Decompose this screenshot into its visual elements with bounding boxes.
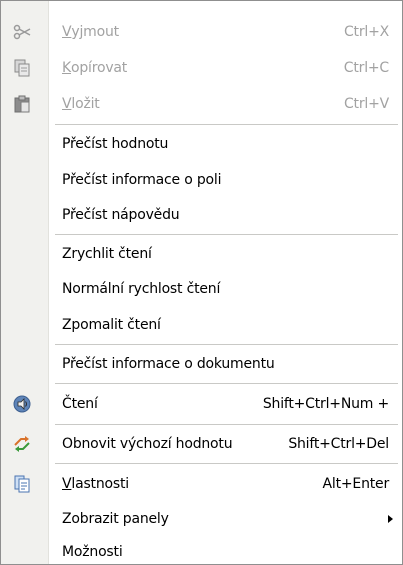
menu-item-label: Kopírovat — [62, 60, 128, 76]
menu-separator — [55, 424, 398, 425]
menu-item-paste[interactable]: Vložit Ctrl+V — [1, 86, 402, 122]
menu-item-read-doc-info[interactable]: Přečíst informace o dokumentu — [1, 346, 402, 382]
menu-item-read-value[interactable]: Přečíst hodnotu — [1, 126, 402, 162]
menu-item-shortcut: Shift+Ctrl+Del — [288, 436, 389, 452]
menu-item-label: Zrychlit čtení — [62, 246, 152, 262]
menu-item-shortcut: Ctrl+V — [343, 96, 389, 112]
menu-item-options[interactable]: Možnosti — [1, 534, 402, 564]
restore-icon — [13, 435, 31, 453]
menu-item-read-help[interactable]: Přečíst nápovědu — [1, 197, 402, 233]
menu-separator — [55, 234, 398, 235]
scissors-icon — [13, 23, 31, 41]
menu-item-reading[interactable]: Čtení Shift+Ctrl+Num + — [1, 386, 402, 422]
menu-separator — [55, 124, 398, 125]
properties-icon — [13, 475, 31, 493]
menu-item-label: Obnovit výchozí hodnotu — [62, 436, 233, 452]
menu-item-label: Čtení — [62, 396, 98, 412]
menu-separator — [55, 344, 398, 345]
menu-item-label: Možnosti — [62, 544, 123, 560]
menu-item-copy[interactable]: Kopírovat Ctrl+C — [1, 50, 402, 86]
menu-item-speed-up[interactable]: Zrychlit čtení — [1, 236, 402, 272]
paste-icon — [13, 95, 31, 113]
context-menu: Vyjmout Ctrl+X Kopírovat Ctrl+C Vložit C… — [0, 0, 403, 565]
menu-item-restore-default[interactable]: Obnovit výchozí hodnotu Shift+Ctrl+Del — [1, 426, 402, 462]
menu-item-label: Vložit — [62, 96, 100, 112]
menu-item-label: Normální rychlost čtení — [62, 281, 221, 297]
submenu-arrow-icon — [388, 515, 393, 523]
menu-item-normal-speed[interactable]: Normální rychlost čtení — [1, 271, 402, 307]
menu-item-shortcut: Ctrl+C — [343, 60, 389, 76]
menu-item-shortcut: Shift+Ctrl+Num + — [262, 396, 389, 412]
menu-item-label: Zobrazit panely — [62, 511, 169, 527]
menu-separator — [55, 383, 398, 384]
menu-item-shortcut: Alt+Enter — [322, 476, 390, 492]
menu-item-label: Přečíst hodnotu — [62, 136, 169, 152]
menu-item-label: Vyjmout — [62, 24, 119, 40]
menu-item-slow-down[interactable]: Zpomalit čtení — [1, 307, 402, 343]
menu-item-cut[interactable]: Vyjmout Ctrl+X — [1, 14, 402, 50]
menu-item-label: Přečíst nápovědu — [62, 207, 180, 223]
menu-item-shortcut: Ctrl+X — [343, 24, 389, 40]
menu-item-properties[interactable]: Vlastnosti Alt+Enter — [1, 466, 402, 502]
menu-item-show-panels[interactable]: Zobrazit panely — [1, 501, 402, 537]
menu-item-read-field-info[interactable]: Přečíst informace o poli — [1, 162, 402, 198]
menu-item-label: Vlastnosti — [62, 476, 129, 492]
menu-item-label: Zpomalit čtení — [62, 317, 161, 333]
speaker-icon — [13, 395, 31, 413]
copy-icon — [13, 59, 31, 77]
menu-separator — [55, 463, 398, 464]
menu-item-label: Přečíst informace o poli — [62, 172, 222, 188]
menu-item-label: Přečíst informace o dokumentu — [62, 356, 275, 372]
